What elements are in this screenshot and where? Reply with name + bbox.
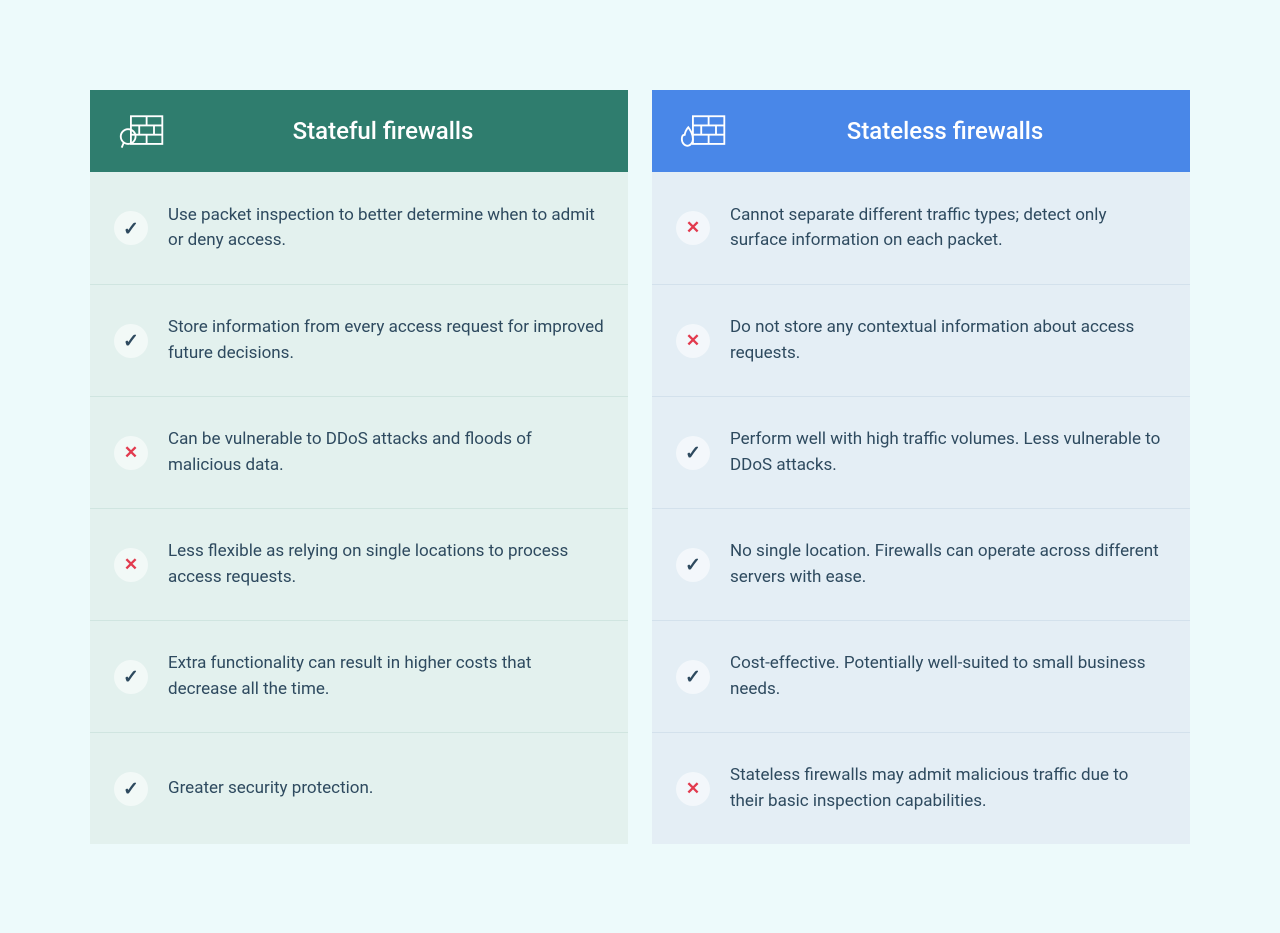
- column-stateless: Stateless firewalls ✕ Cannot separate di…: [652, 90, 1190, 844]
- list-item: ✓ Cost-effective. Potentially well-suite…: [652, 620, 1190, 732]
- column-title-stateful: Stateful firewalls: [166, 117, 600, 145]
- item-text: Do not store any contextual information …: [730, 315, 1166, 366]
- check-icon: ✓: [676, 548, 710, 582]
- column-header-stateless: Stateless firewalls: [652, 90, 1190, 172]
- list-item: ✕ Do not store any contextual informatio…: [652, 284, 1190, 396]
- column-title-stateless: Stateless firewalls: [728, 117, 1162, 145]
- list-item: ✓ Extra functionality can result in high…: [90, 620, 628, 732]
- cross-icon: ✕: [114, 548, 148, 582]
- item-text: Can be vulnerable to DDoS attacks and fl…: [168, 427, 604, 478]
- item-text: Stateless firewalls may admit malicious …: [730, 763, 1166, 814]
- cross-icon: ✕: [114, 436, 148, 470]
- list-item: ✕ Less flexible as relying on single loc…: [90, 508, 628, 620]
- item-text: Cannot separate different traffic types;…: [730, 203, 1166, 254]
- cross-icon: ✕: [676, 324, 710, 358]
- check-icon: ✓: [114, 324, 148, 358]
- list-item: ✓ No single location. Firewalls can oper…: [652, 508, 1190, 620]
- item-text: Cost-effective. Potentially well-suited …: [730, 651, 1166, 702]
- column-body-stateless: ✕ Cannot separate different traffic type…: [652, 172, 1190, 844]
- item-text: Greater security protection.: [168, 776, 373, 802]
- check-icon: ✓: [676, 660, 710, 694]
- check-icon: ✓: [114, 772, 148, 806]
- item-text: Less flexible as relying on single locat…: [168, 539, 604, 590]
- column-body-stateful: ✓ Use packet inspection to better determ…: [90, 172, 628, 844]
- item-text: Perform well with high traffic volumes. …: [730, 427, 1166, 478]
- firewall-inspect-icon: [118, 112, 166, 150]
- cross-icon: ✕: [676, 211, 710, 245]
- item-text: No single location. Firewalls can operat…: [730, 539, 1166, 590]
- list-item: ✓ Perform well with high traffic volumes…: [652, 396, 1190, 508]
- cross-icon: ✕: [676, 772, 710, 806]
- check-icon: ✓: [676, 436, 710, 470]
- check-icon: ✓: [114, 211, 148, 245]
- comparison-table: Stateful firewalls ✓ Use packet inspecti…: [90, 90, 1190, 844]
- column-stateful: Stateful firewalls ✓ Use packet inspecti…: [90, 90, 628, 844]
- column-header-stateful: Stateful firewalls: [90, 90, 628, 172]
- list-item: ✕ Stateless firewalls may admit maliciou…: [652, 732, 1190, 844]
- list-item: ✕ Can be vulnerable to DDoS attacks and …: [90, 396, 628, 508]
- item-text: Extra functionality can result in higher…: [168, 651, 604, 702]
- list-item: ✕ Cannot separate different traffic type…: [652, 172, 1190, 284]
- firewall-flame-icon: [680, 112, 728, 150]
- item-text: Store information from every access requ…: [168, 315, 604, 366]
- item-text: Use packet inspection to better determin…: [168, 203, 604, 254]
- check-icon: ✓: [114, 660, 148, 694]
- list-item: ✓ Use packet inspection to better determ…: [90, 172, 628, 284]
- list-item: ✓ Store information from every access re…: [90, 284, 628, 396]
- list-item: ✓ Greater security protection.: [90, 732, 628, 844]
